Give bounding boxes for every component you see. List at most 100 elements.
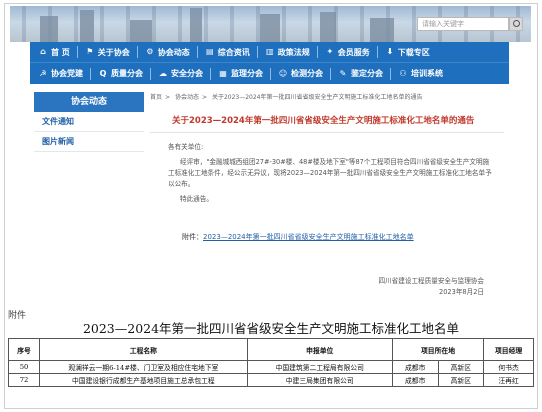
table-cell: 50 xyxy=(7,360,41,374)
nav-separator xyxy=(196,46,198,58)
article-panel: 首页 > 协会动态 > 关于2023—2024年第一批四川省省级安全生产文明施工标准… xyxy=(150,92,504,302)
attachment-line: 附件：2023—2024年第一批四川省省级安全生产文明施工标准化工地名单 xyxy=(182,232,414,242)
main-nav: ⌂ 首 页 ⚑ 关于协会 ⚙ 协会动态 ▤ 综合资讯 ▥ 政策法规 ✦ 会员服务 ⬇ 下载专区 ☭ 协会党建… xyxy=(30,42,509,84)
table-cell: 中建三局集团有限公司 xyxy=(246,373,393,387)
nav-separator xyxy=(150,67,151,80)
table-cell: 中国建设银行成都生产基地项目施工总承包工程 xyxy=(39,373,248,387)
nav-row-primary: ⌂ 首 页 ⚑ 关于协会 ⚙ 协会动态 ▤ 综合资讯 ▥ 政策法规 ✦ 会员服务 ⬇ 下载专区 xyxy=(30,42,509,63)
table-row: 72 中国建设银行成都生产基地项目施工总承包工程 中建三局集团有限公司 成都市 高新区汪… xyxy=(7,373,534,387)
doc-title: 2023—2024年第一批四川省省级安全生产文明施工标准化工地名单 xyxy=(82,321,460,336)
breadcrumb-separator: > xyxy=(201,94,208,101)
nav-item[interactable]: ☁ 安全分会 xyxy=(158,68,203,79)
table-cell: 高新区 xyxy=(437,360,485,374)
building-shape xyxy=(320,12,336,42)
attachment-document: 附件 2023—2024年第一批四川省省级安全生产文明施工标准化工地名单 序号 … xyxy=(6,306,536,408)
nav-item-label: 协会党建 xyxy=(51,69,83,78)
nav-item[interactable]: ✎ 鉴定分会 xyxy=(338,68,383,79)
nav-separator xyxy=(256,46,258,58)
nav-item-label: 会员服务 xyxy=(337,47,370,57)
quality-icon: Q xyxy=(99,68,107,78)
news-icon: ⚙ xyxy=(146,47,154,56)
nav-item[interactable]: ⌂ 首 页 xyxy=(38,47,70,58)
building-shape xyxy=(40,16,58,42)
project-table: 序号 工程名称 申报单位 项目所在地 项目经理 50 观澜祥云一期6-14#楼、门… xyxy=(7,338,534,387)
nav-separator xyxy=(76,46,78,58)
doc-icon: ▤ xyxy=(206,47,214,56)
breadcrumb-section[interactable]: 协会动态 xyxy=(175,94,199,101)
party-icon: ☭ xyxy=(39,68,47,78)
nav-separator xyxy=(390,67,391,80)
article-closing: 特此通告。 xyxy=(180,195,213,203)
table-cell: 观澜祥云一期6-14#楼、门卫室及相应住宅地下室 xyxy=(39,360,248,374)
nav-item[interactable]: ▥ 政策法规 xyxy=(265,47,310,58)
nav-item[interactable]: ☺ 检测分会 xyxy=(278,68,323,79)
breadcrumb-home[interactable]: 首页 xyxy=(150,94,162,101)
col-header-applicant: 申报单位 xyxy=(246,338,393,361)
nav-item-label: 关于协会 xyxy=(97,47,130,57)
download-icon: ⬇ xyxy=(386,47,394,56)
nav-separator xyxy=(136,46,138,58)
nav-item-label: 质量分会 xyxy=(111,69,143,78)
table-row: 50 观澜祥云一期6-14#楼、门卫室及相应住宅地下室 中国建筑第二工程局有限公司成… xyxy=(7,360,534,374)
sidebar-item-notices[interactable]: 文件通知 xyxy=(34,112,144,132)
nav-separator xyxy=(90,67,91,80)
nav-item[interactable]: ⚙ 协会动态 xyxy=(145,47,190,58)
article-paragraph: 经评审，"金融城城西组团27#-30#楼、48#楼及地下室"等87个工程项目符合… xyxy=(168,158,492,188)
nav-item-label: 政策法规 xyxy=(277,47,310,57)
table-cell: 72 xyxy=(7,373,41,387)
nav-item[interactable]: ⬇ 下载专区 xyxy=(385,47,429,58)
issuer-name: 四川省建设工程质量安全与监理协会 xyxy=(378,277,485,285)
table-cell: 汪再红 xyxy=(483,373,534,387)
building-shape xyxy=(130,20,152,42)
building-shape xyxy=(190,8,202,42)
nav-row-branches: ☭ 协会党建 Q 质量分会 ☁ 安全分会 ▦ 监理分会 ☺ 检测分会 ✎ 鉴定分会 ⚇ 培训系统 xyxy=(30,63,509,84)
flag-icon: ⚑ xyxy=(86,47,94,56)
train-icon: ⚇ xyxy=(399,68,407,78)
issue-date: 2023年8月2日 xyxy=(439,288,484,296)
nav-item-label: 首 页 xyxy=(51,47,70,57)
col-header-number: 序号 xyxy=(7,338,41,361)
star-icon: ✦ xyxy=(326,47,334,56)
sidebar-item-photo-news[interactable]: 图片新闻 xyxy=(34,132,144,152)
sidebar-heading: 协会动态 xyxy=(34,92,144,112)
nav-separator xyxy=(376,46,378,58)
nav-item[interactable]: ✦ 会员服务 xyxy=(325,47,370,58)
nav-item-label: 监理分会 xyxy=(231,69,263,78)
nav-item[interactable]: ☭ 协会党建 xyxy=(38,68,83,79)
safety-icon: ☁ xyxy=(159,68,167,78)
nav-item-label: 培训系统 xyxy=(411,69,443,78)
col-header-manager: 项目经理 xyxy=(483,338,534,361)
sidebar: 协会动态 文件通知 图片新闻 xyxy=(34,92,144,292)
article-title: 关于2023—2024年第一批四川省省级安全生产文明施工标准化工地名单的通告 xyxy=(172,116,475,126)
nav-separator xyxy=(270,67,271,80)
article-greeting: 各有关单位: xyxy=(168,143,204,151)
article-issuer: 四川省建设工程质量安全与监理协会 2023年8月2日 xyxy=(379,276,485,298)
nav-item[interactable]: ⚇ 培训系统 xyxy=(398,68,443,79)
table-cell: 成都市 xyxy=(391,373,439,387)
building-shape xyxy=(370,18,394,42)
nav-item-label: 安全分会 xyxy=(171,69,203,78)
attachment-link[interactable]: 2023—2024年第一批四川省省级安全生产文明施工标准化工地名单 xyxy=(203,233,414,241)
nav-item-label: 检测分会 xyxy=(291,69,323,78)
nav-item[interactable]: Q 质量分会 xyxy=(98,68,143,79)
nav-separator xyxy=(330,67,331,80)
building-shape xyxy=(80,10,94,42)
test-icon: ☺ xyxy=(278,68,288,78)
table-header-row: 序号 工程名称 申报单位 项目所在地 项目经理 xyxy=(7,338,534,361)
nav-separator xyxy=(210,67,211,80)
breadcrumb-separator: > xyxy=(165,94,171,101)
nav-item-label: 鉴定分会 xyxy=(351,69,383,78)
nav-item[interactable]: ▦ 监理分会 xyxy=(218,68,263,79)
nav-item[interactable]: ▤ 综合资讯 xyxy=(205,47,250,58)
breadcrumb-current: 关于2023—2024年第一批四川省省级安全生产文明施工标准化工地名单的通告 xyxy=(211,94,423,101)
nav-item-label: 综合资讯 xyxy=(217,47,250,57)
col-header-location: 项目所在地 xyxy=(391,338,485,361)
eval-icon: ✎ xyxy=(339,68,347,78)
nav-item-label: 协会动态 xyxy=(157,47,190,57)
search-input[interactable]: 请输入关键字 xyxy=(417,17,509,31)
search-icon[interactable] xyxy=(509,17,523,31)
table-cell: 中国建筑第二工程局有限公司 xyxy=(246,360,393,374)
article-body: 各有关单位: 经评审，"金融城城西组团27#-30#楼、48#楼及地下室"等87… xyxy=(168,142,494,209)
supervise-icon: ▦ xyxy=(219,68,227,78)
nav-item[interactable]: ⚑ 关于协会 xyxy=(85,47,130,58)
